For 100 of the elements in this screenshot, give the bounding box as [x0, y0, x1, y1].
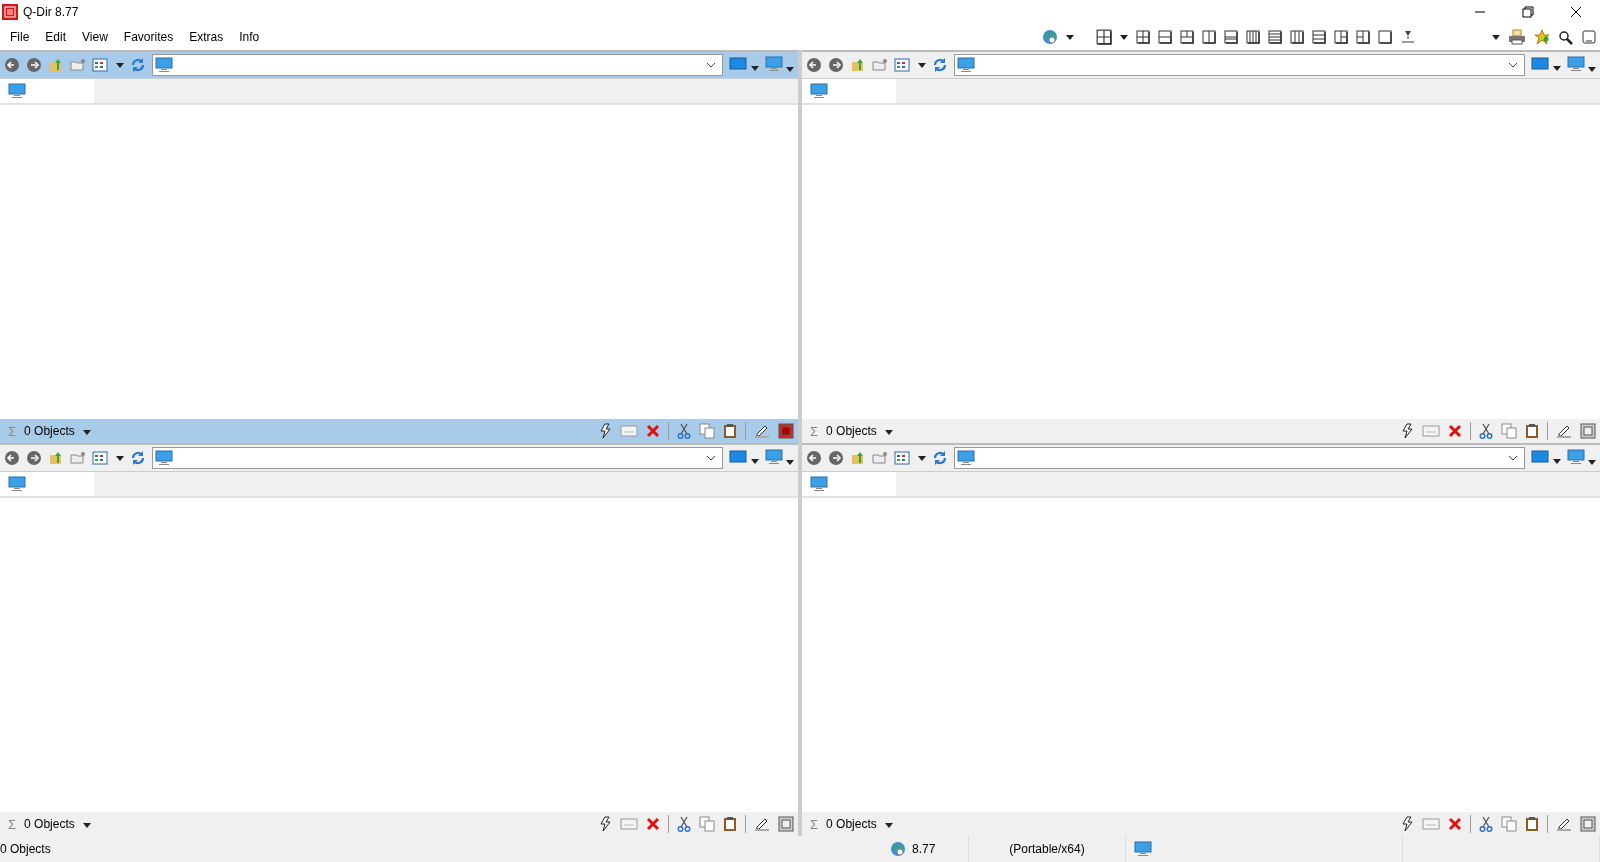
layout-icon[interactable]: [1096, 29, 1112, 45]
view-grid-icon[interactable]: [894, 57, 912, 73]
back-icon[interactable]: [4, 57, 20, 73]
folder-up-icon[interactable]: [48, 450, 64, 466]
drive-tab[interactable]: [0, 79, 94, 103]
pen-icon[interactable]: [1556, 816, 1572, 832]
drive-tab[interactable]: [802, 79, 896, 103]
drive-tab[interactable]: [0, 472, 94, 496]
forward-icon[interactable]: [828, 450, 844, 466]
window-icon[interactable]: [1582, 30, 1596, 44]
properties-icon[interactable]: [1580, 816, 1596, 832]
magnifier-icon[interactable]: [1558, 29, 1574, 45]
new-folder-icon[interactable]: [70, 57, 86, 73]
forward-icon[interactable]: [26, 450, 42, 466]
caret-icon[interactable]: [1552, 458, 1561, 464]
layout-icon[interactable]: [1136, 30, 1150, 44]
caret-icon[interactable]: [82, 823, 91, 828]
layout-icon[interactable]: [1334, 30, 1348, 44]
caret-icon[interactable]: [1552, 65, 1561, 71]
caret-icon[interactable]: [1120, 34, 1128, 40]
layout-icon[interactable]: [1378, 30, 1392, 44]
layout-icon[interactable]: [1268, 30, 1282, 44]
view-grid-icon[interactable]: [894, 450, 912, 466]
properties-icon[interactable]: [778, 423, 794, 439]
screen-icon[interactable]: [729, 449, 748, 464]
chevron-down-icon[interactable]: [706, 455, 717, 461]
caret-icon[interactable]: [918, 62, 926, 68]
address-field[interactable]: [152, 54, 724, 76]
cut-icon[interactable]: [1479, 816, 1493, 832]
lightning-icon[interactable]: [598, 816, 612, 832]
refresh-icon[interactable]: [932, 450, 948, 466]
layout-icon[interactable]: [1180, 30, 1194, 44]
chevron-down-icon[interactable]: [1508, 62, 1519, 68]
back-icon[interactable]: [4, 450, 20, 466]
menu-item[interactable]: Extras: [181, 30, 232, 44]
layout-icon[interactable]: [1312, 30, 1326, 44]
caret-icon[interactable]: [116, 455, 124, 461]
clipboard-icon[interactable]: [723, 816, 737, 832]
delete-icon[interactable]: [1448, 424, 1462, 438]
caret-icon[interactable]: [1492, 34, 1500, 40]
menu-item[interactable]: Edit: [37, 30, 75, 44]
forward-icon[interactable]: [828, 57, 844, 73]
address-field[interactable]: [152, 447, 724, 469]
refresh-icon[interactable]: [932, 57, 948, 73]
restore-icon[interactable]: [1522, 6, 1534, 18]
star-icon[interactable]: [1534, 29, 1550, 45]
back-icon[interactable]: [806, 450, 822, 466]
menu-item[interactable]: Info: [231, 30, 268, 44]
lightning-icon[interactable]: [598, 423, 612, 439]
menu-item[interactable]: Favorites: [115, 30, 182, 44]
new-folder-icon[interactable]: [872, 450, 888, 466]
globe-icon[interactable]: [1042, 29, 1058, 45]
chevron-down-icon[interactable]: [1508, 455, 1519, 461]
back-icon[interactable]: [806, 57, 822, 73]
caret-icon[interactable]: [918, 455, 926, 461]
close-icon[interactable]: [1570, 6, 1582, 18]
objects-count[interactable]: 0 Objects: [826, 424, 877, 438]
delete-icon[interactable]: [646, 817, 660, 831]
forward-icon[interactable]: [26, 57, 42, 73]
new-folder-icon[interactable]: [70, 450, 86, 466]
caret-icon[interactable]: [786, 459, 794, 465]
caret-icon[interactable]: [884, 430, 893, 435]
folder-up-icon[interactable]: [850, 57, 866, 73]
lightning-icon[interactable]: [1400, 816, 1414, 832]
caret-icon[interactable]: [116, 62, 124, 68]
cut-icon[interactable]: [677, 423, 691, 439]
screen-icon[interactable]: [1531, 449, 1550, 464]
layout-icon[interactable]: [1290, 30, 1304, 44]
folder-up-icon[interactable]: [850, 450, 866, 466]
objects-count[interactable]: 0 Objects: [24, 424, 75, 438]
caret-icon[interactable]: [82, 430, 91, 435]
pen-icon[interactable]: [754, 816, 770, 832]
objects-count[interactable]: 0 Objects: [24, 817, 75, 831]
caret-icon[interactable]: [884, 823, 893, 828]
layout-icon[interactable]: [1158, 30, 1172, 44]
menu-item[interactable]: View: [74, 30, 116, 44]
delete-icon[interactable]: [646, 424, 660, 438]
address-field[interactable]: [954, 54, 1526, 76]
lightning-icon[interactable]: [1400, 423, 1414, 439]
new-folder-icon[interactable]: [872, 57, 888, 73]
view-grid-icon[interactable]: [92, 450, 110, 466]
caret-icon[interactable]: [1588, 66, 1596, 72]
cut-icon[interactable]: [1479, 423, 1493, 439]
drive-tab[interactable]: [802, 472, 896, 496]
caret-icon[interactable]: [786, 66, 794, 72]
cut-icon[interactable]: [677, 816, 691, 832]
properties-icon[interactable]: [778, 816, 794, 832]
menu-item[interactable]: File: [2, 30, 38, 44]
clipboard-icon[interactable]: [1525, 816, 1539, 832]
delete-icon[interactable]: [1448, 817, 1462, 831]
clipboard-icon[interactable]: [1525, 423, 1539, 439]
clipboard-icon[interactable]: [723, 423, 737, 439]
screen-icon[interactable]: [1531, 56, 1550, 71]
pen-icon[interactable]: [754, 423, 770, 439]
pen-icon[interactable]: [1556, 423, 1572, 439]
layout-icon[interactable]: [1246, 30, 1260, 44]
properties-icon[interactable]: [1580, 423, 1596, 439]
address-field[interactable]: [954, 447, 1526, 469]
refresh-icon[interactable]: [130, 450, 146, 466]
caret-icon[interactable]: [1588, 459, 1596, 465]
